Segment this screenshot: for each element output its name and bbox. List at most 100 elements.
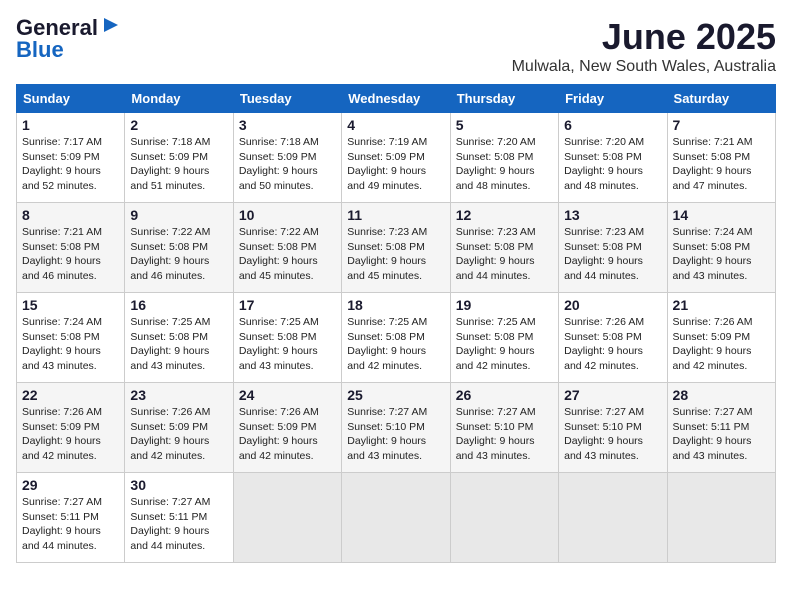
cell-sun-info: Sunrise: 7:27 AMSunset: 5:10 PMDaylight:… [564, 405, 661, 464]
header: General Blue June 2025 Mulwala, New Sout… [16, 16, 776, 76]
sunrise-label: Sunrise: 7:26 AM [239, 406, 319, 418]
calendar-cell: 15 Sunrise: 7:24 AMSunset: 5:08 PMDayligh… [17, 293, 125, 383]
sunset-label: Sunset: 5:08 PM [673, 241, 751, 253]
sunrise-label: Sunrise: 7:19 AM [347, 136, 427, 148]
calendar-cell: 11Sunrise: 7:23 AMSunset: 5:08 PMDayligh… [342, 203, 450, 293]
cell-day-number: 15 [22, 297, 119, 313]
cell-sun-info: Sunrise: 7:18 AM Sunset: 5:09 PM Daylight:… [130, 135, 227, 194]
cell-day-number: 29 [22, 477, 119, 493]
calendar-cell: 30Sunrise: 7:27 AMSunset: 5:11 PMDayligh… [125, 473, 233, 563]
calendar-week-row: 8Sunrise: 7:21 AMSunset: 5:08 PMDaylight… [17, 203, 776, 293]
calendar-cell: 7Sunrise: 7:21 AMSunset: 5:08 PMDaylight… [667, 113, 775, 203]
calendar-cell [233, 473, 341, 563]
sunrise-label: Sunrise: 7:20 AM [564, 136, 644, 148]
cell-day-number: 7 [673, 117, 770, 133]
cell-sun-info: Sunrise: 7:24 AMSunset: 5:08 PMDaylight:… [22, 315, 119, 374]
daylight-label: Daylight: 9 hours and 43 minutes. [347, 435, 426, 462]
calendar-cell: 13Sunrise: 7:23 AMSunset: 5:08 PMDayligh… [559, 203, 667, 293]
cell-day-number: 3 [239, 117, 336, 133]
cell-sun-info: Sunrise: 7:19 AMSunset: 5:09 PMDaylight:… [347, 135, 444, 194]
cell-day-number: 21 [673, 297, 770, 313]
calendar-cell: 28Sunrise: 7:27 AMSunset: 5:11 PMDayligh… [667, 383, 775, 473]
calendar-cell [667, 473, 775, 563]
calendar-cell: 24Sunrise: 7:26 AMSunset: 5:09 PMDayligh… [233, 383, 341, 473]
cell-sun-info: Sunrise: 7:25 AMSunset: 5:08 PMDaylight:… [130, 315, 227, 374]
cell-sun-info: Sunrise: 7:23 AMSunset: 5:08 PMDaylight:… [564, 225, 661, 284]
daylight-label: Daylight: 9 hours and 42 minutes. [564, 345, 643, 372]
calendar-cell: 4Sunrise: 7:19 AMSunset: 5:09 PMDaylight… [342, 113, 450, 203]
cell-sun-info: Sunrise: 7:26 AMSunset: 5:09 PMDaylight:… [673, 315, 770, 374]
sunrise-label: Sunrise: 7:17 AM [22, 136, 102, 148]
cell-sun-info: Sunrise: 7:24 AMSunset: 5:08 PMDaylight:… [673, 225, 770, 284]
sunset-label: Sunset: 5:09 PM [22, 421, 100, 433]
calendar-cell: 8Sunrise: 7:21 AMSunset: 5:08 PMDaylight… [17, 203, 125, 293]
logo-blue: Blue [16, 39, 64, 61]
sunrise-label: Sunrise: 7:27 AM [673, 406, 753, 418]
cell-day-number: 24 [239, 387, 336, 403]
daylight-label: Daylight: 9 hours and 48 minutes. [564, 165, 643, 192]
cell-sun-info: Sunrise: 7:25 AMSunset: 5:08 PMDaylight:… [239, 315, 336, 374]
sunset-label: Sunset: 5:08 PM [564, 241, 642, 253]
cell-day-number: 12 [456, 207, 553, 223]
column-header-thursday: Thursday [450, 85, 558, 113]
sunrise-label: Sunrise: 7:20 AM [456, 136, 536, 148]
cell-sun-info: Sunrise: 7:22 AMSunset: 5:08 PMDaylight:… [239, 225, 336, 284]
sunrise-label: Sunrise: 7:23 AM [347, 226, 427, 238]
calendar-week-row: 29 Sunrise: 7:27 AMSunset: 5:11 PMDayligh… [17, 473, 776, 563]
sunset-label: Sunset: 5:11 PM [130, 511, 207, 523]
calendar-cell: 18 Sunrise: 7:25 AMSunset: 5:08 PMDayligh… [342, 293, 450, 383]
cell-day-number: 18 [347, 297, 444, 313]
column-header-sunday: Sunday [17, 85, 125, 113]
column-header-wednesday: Wednesday [342, 85, 450, 113]
sunrise-label: Sunrise: 7:27 AM [564, 406, 644, 418]
sunset-label: Sunset: 5:11 PM [22, 511, 99, 523]
calendar-cell: 12Sunrise: 7:23 AMSunset: 5:08 PMDayligh… [450, 203, 558, 293]
sunset-label: Sunset: 5:08 PM [347, 331, 425, 343]
cell-sun-info: Sunrise: 7:20 AMSunset: 5:08 PMDaylight:… [456, 135, 553, 194]
daylight-label: Daylight: 9 hours and 49 minutes. [347, 165, 426, 192]
cell-day-number: 8 [22, 207, 119, 223]
cell-sun-info: Sunrise: 7:26 AMSunset: 5:09 PMDaylight:… [130, 405, 227, 464]
sunset-label: Sunset: 5:08 PM [130, 241, 208, 253]
sunrise-label: Sunrise: 7:27 AM [130, 496, 210, 508]
cell-day-number: 22 [22, 387, 119, 403]
sunrise-label: Sunrise: 7:26 AM [22, 406, 102, 418]
daylight-label: Daylight: 9 hours and 43 minutes. [456, 435, 535, 462]
location-title: Mulwala, New South Wales, Australia [512, 58, 776, 76]
calendar-cell [450, 473, 558, 563]
sunrise-label: Sunrise: 7:25 AM [239, 316, 319, 328]
sunrise-label: Sunrise: 7:18 AM [239, 136, 319, 148]
calendar-week-row: 22Sunrise: 7:26 AMSunset: 5:09 PMDayligh… [17, 383, 776, 473]
sunset-label: Sunset: 5:11 PM [673, 421, 750, 433]
daylight-label: Daylight: 9 hours and 42 minutes. [239, 435, 318, 462]
sunset-label: Sunset: 5:09 PM [130, 421, 208, 433]
calendar-cell [342, 473, 450, 563]
daylight-label: Daylight: 9 hours and 43 minutes. [673, 255, 752, 282]
calendar-cell: 5Sunrise: 7:20 AMSunset: 5:08 PMDaylight… [450, 113, 558, 203]
cell-day-number: 1 [22, 117, 119, 133]
daylight-label: Daylight: 9 hours and 42 minutes. [347, 345, 426, 372]
calendar-cell: 6Sunrise: 7:20 AMSunset: 5:08 PMDaylight… [559, 113, 667, 203]
sunrise-label: Sunrise: 7:18 AM [130, 136, 210, 148]
cell-day-number: 28 [673, 387, 770, 403]
sunrise-label: Sunrise: 7:27 AM [456, 406, 536, 418]
calendar-week-row: 1 Sunrise: 7:17 AM Sunset: 5:09 PM Daylight… [17, 113, 776, 203]
sunset-label: Sunset: 5:08 PM [347, 241, 425, 253]
sunrise-label: Sunrise: 7:23 AM [456, 226, 536, 238]
daylight-label: Daylight: 9 hours and 52 minutes. [22, 165, 101, 192]
logo-general: General [16, 17, 98, 39]
daylight-label: Daylight: 9 hours and 51 minutes. [130, 165, 209, 192]
calendar-cell: 27Sunrise: 7:27 AMSunset: 5:10 PMDayligh… [559, 383, 667, 473]
sunrise-label: Sunrise: 7:21 AM [673, 136, 753, 148]
sunrise-label: Sunrise: 7:22 AM [239, 226, 319, 238]
daylight-label: Daylight: 9 hours and 45 minutes. [239, 255, 318, 282]
cell-day-number: 11 [347, 207, 444, 223]
calendar-cell: 9Sunrise: 7:22 AMSunset: 5:08 PMDaylight… [125, 203, 233, 293]
cell-sun-info: Sunrise: 7:25 AMSunset: 5:08 PMDaylight:… [347, 315, 444, 374]
cell-day-number: 10 [239, 207, 336, 223]
calendar-cell: 22Sunrise: 7:26 AMSunset: 5:09 PMDayligh… [17, 383, 125, 473]
daylight-label: Daylight: 9 hours and 44 minutes. [456, 255, 535, 282]
cell-sun-info: Sunrise: 7:27 AMSunset: 5:11 PMDaylight:… [22, 495, 119, 554]
cell-day-number: 23 [130, 387, 227, 403]
sunset-label: Sunset: 5:09 PM [130, 151, 208, 163]
